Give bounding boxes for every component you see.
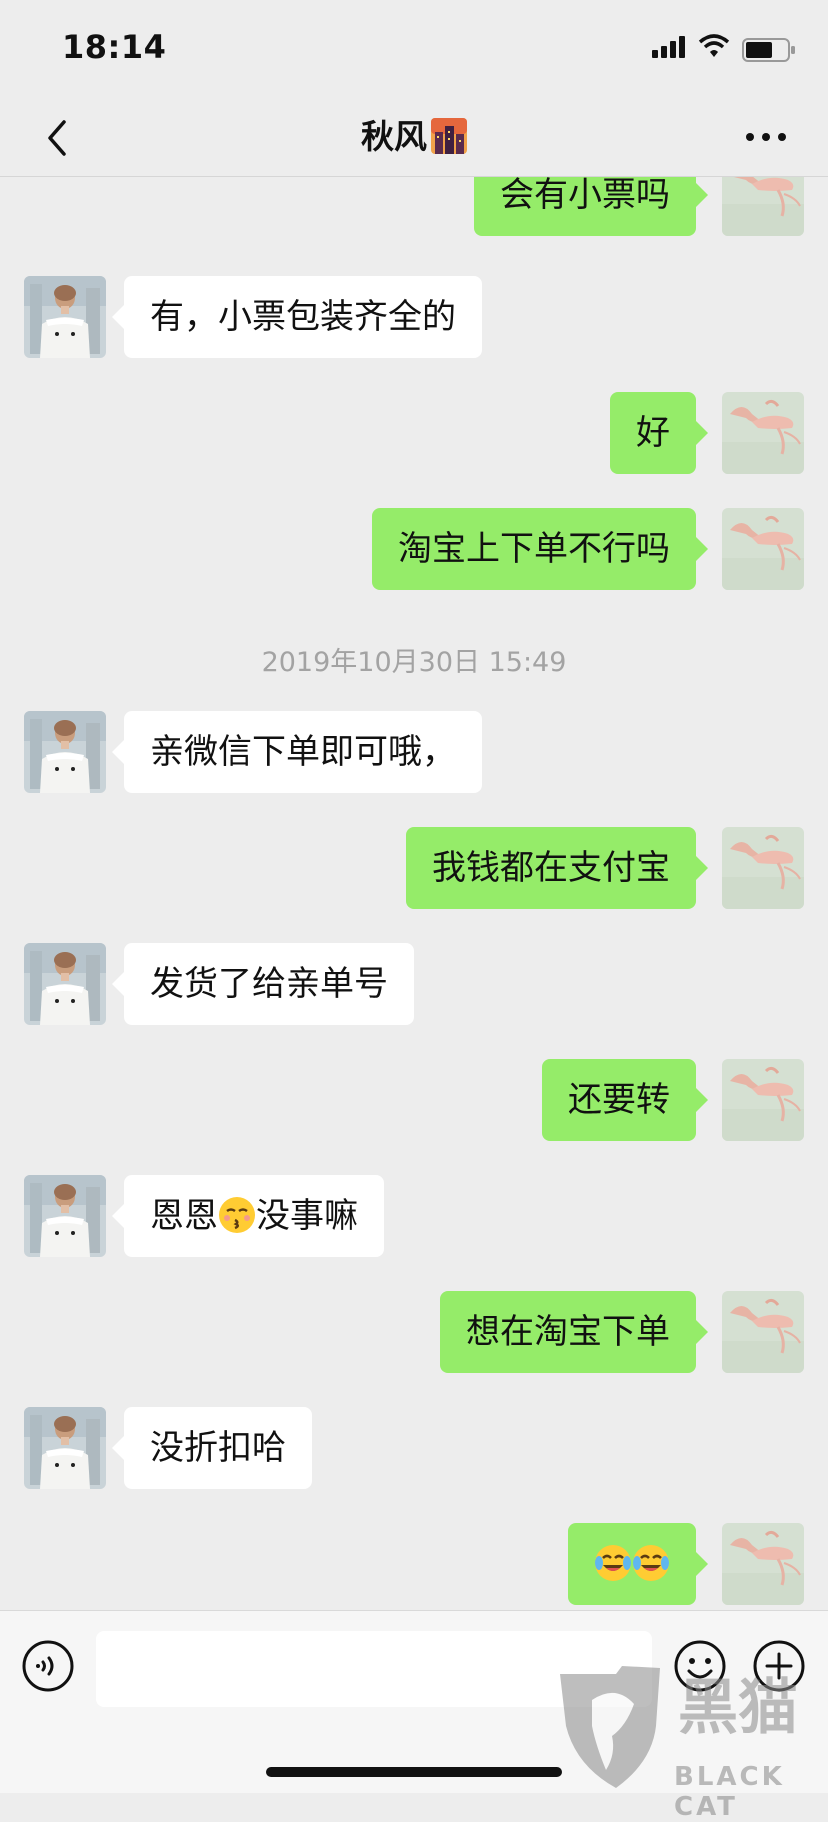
- status-bar: 18:14: [0, 0, 828, 100]
- signal-icon: [652, 36, 685, 58]
- my-avatar[interactable]: [722, 392, 804, 474]
- wifi-icon: [698, 34, 730, 57]
- chat-header: 秋风: [0, 100, 828, 177]
- watermark-chinese: 黑猫: [678, 1673, 798, 1743]
- my-avatar[interactable]: [722, 1059, 804, 1141]
- my-avatar[interactable]: [722, 1523, 804, 1605]
- home-indicator[interactable]: [266, 1767, 562, 1777]
- message-text: 没事嘛: [256, 1196, 358, 1236]
- chat-title: 秋风: [0, 110, 828, 158]
- city-sunset-icon: [431, 118, 467, 154]
- message-bubble[interactable]: 没折扣哈: [112, 1407, 312, 1489]
- message-bubble[interactable]: 想在淘宝下单: [440, 1291, 708, 1373]
- laughing-crying-emoji: [594, 1544, 632, 1582]
- contact-name: 秋风: [361, 117, 427, 156]
- message-bubble[interactable]: 淘宝上下单不行吗: [372, 508, 708, 590]
- message-bubble[interactable]: 恩恩 没事嘛: [112, 1175, 384, 1257]
- message-bubble[interactable]: 还要转: [542, 1059, 708, 1141]
- message-list[interactable]: 会有小票吗 有，小票包装齐全的 好 淘宝上下单不行吗 2019年10月30日 1…: [0, 176, 828, 1610]
- message-bubble[interactable]: 好: [610, 392, 708, 474]
- contact-avatar[interactable]: [24, 1407, 106, 1489]
- message-bubble[interactable]: 会有小票吗: [474, 176, 708, 236]
- contact-avatar[interactable]: [24, 711, 106, 793]
- laughing-crying-emoji: [632, 1544, 670, 1582]
- contact-avatar[interactable]: [24, 1175, 106, 1257]
- contact-avatar[interactable]: [24, 943, 106, 1025]
- my-avatar[interactable]: [722, 1291, 804, 1373]
- watermark-logo: 黑猫 BLACK CAT: [556, 1666, 828, 1822]
- message-timestamp: 2019年10月30日 15:49: [261, 647, 567, 678]
- message-text: 恩恩: [150, 1196, 218, 1236]
- battery-icon: [742, 38, 795, 62]
- message-bubble[interactable]: 亲微信下单即可哦，: [112, 711, 482, 793]
- watermark-text: BLACK CAT: [674, 1762, 785, 1822]
- kissing-face-emoji: [219, 1197, 255, 1233]
- my-avatar[interactable]: [722, 176, 804, 236]
- my-avatar[interactable]: [722, 827, 804, 909]
- message-bubble[interactable]: [568, 1523, 708, 1605]
- message-bubble[interactable]: 发货了给亲单号: [112, 943, 414, 1025]
- voice-icon[interactable]: [21, 1639, 75, 1693]
- message-bubble[interactable]: 有，小票包装齐全的: [112, 276, 482, 358]
- my-avatar[interactable]: [722, 508, 804, 590]
- more-icon[interactable]: [744, 122, 788, 152]
- contact-avatar[interactable]: [24, 276, 106, 358]
- status-time: 18:14: [62, 28, 167, 66]
- message-bubble[interactable]: 我钱都在支付宝: [406, 827, 708, 909]
